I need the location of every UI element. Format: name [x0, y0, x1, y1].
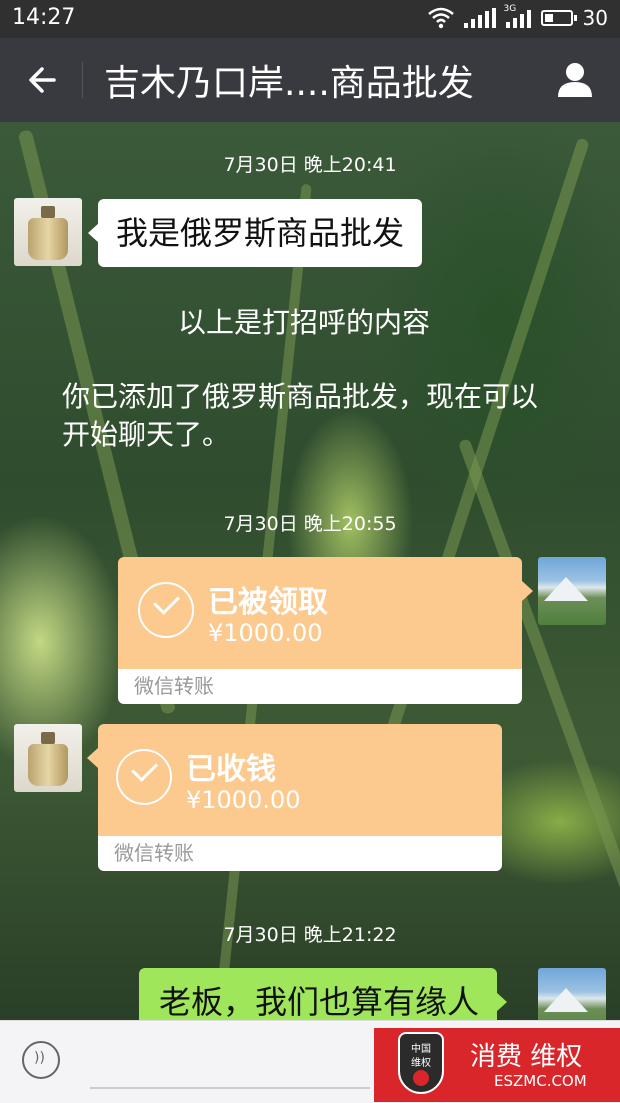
transfer-card-collected[interactable]: 已收钱 ¥1000.00 微信转账 — [87, 724, 502, 871]
system-message: 你已添加了俄罗斯商品批发，现在可以开始聊天了。 — [62, 380, 539, 451]
watermark-badge: 中国 维权 消费 维权 ESZMC.COM — [374, 1028, 620, 1102]
transfer-card-received[interactable]: 已被领取 ¥1000.00 微信转账 — [118, 557, 533, 704]
message-timestamp: 7月30日 晚上20:55 — [223, 513, 397, 535]
shield-text-top: 中国 — [411, 1044, 431, 1055]
battery-level: 30 — [582, 6, 608, 30]
watermark-site: ESZMC.COM — [494, 1072, 587, 1090]
header-divider — [82, 62, 83, 98]
status-bar: 14:27 3G 30 — [0, 0, 620, 38]
signal-icon — [463, 8, 496, 28]
transfer-label: 微信转账 — [118, 669, 522, 704]
transfer-label: 微信转账 — [98, 836, 502, 871]
check-circle-icon — [138, 582, 194, 638]
back-arrow-icon[interactable] — [24, 60, 64, 100]
transfer-amount: ¥1000.00 — [186, 786, 301, 814]
message-timestamp: 7月30日 晚上21:22 — [223, 924, 397, 946]
chat-header: 吉木乃口岸....商品批发 — [0, 38, 620, 122]
contact-avatar[interactable] — [14, 198, 82, 266]
contact-avatar[interactable] — [14, 724, 82, 792]
check-circle-icon — [116, 749, 172, 805]
voice-input-icon[interactable]: )) — [22, 1041, 60, 1079]
battery-icon — [540, 10, 577, 26]
network-label: 3G — [503, 4, 517, 14]
message-timestamp: 7月30日 晚上20:41 — [223, 154, 397, 176]
chat-title: 吉木乃口岸....商品批发 — [104, 63, 474, 104]
my-avatar[interactable] — [538, 557, 606, 625]
transfer-status: 已收钱 — [186, 752, 276, 787]
system-message: 以上是打招呼的内容 — [178, 306, 431, 339]
my-avatar[interactable] — [538, 968, 606, 1020]
status-icons: 3G 30 — [427, 4, 608, 30]
transfer-card-top: 已收钱 ¥1000.00 — [87, 724, 502, 836]
shield-logo-icon: 中国 维权 — [398, 1032, 444, 1094]
signal-3g-icon: 3G — [504, 4, 531, 28]
message-input[interactable] — [90, 1087, 370, 1089]
sent-message-bubble[interactable]: 老板，我们也算有缘人 — [139, 968, 508, 1020]
chat-area[interactable]: 7月30日 晚上20:41 我是俄罗斯商品批发 以上是打招呼的内容 你已添加了俄… — [0, 122, 620, 1020]
received-message-bubble[interactable]: 我是俄罗斯商品批发 — [87, 199, 423, 267]
person-icon[interactable] — [556, 60, 594, 98]
transfer-card-top: 已被领取 ¥1000.00 — [118, 557, 533, 669]
shield-text-bottom: 维权 — [411, 1058, 431, 1069]
status-time: 14:27 — [12, 5, 76, 30]
watermark-title: 消费 维权 — [470, 1042, 583, 1072]
wifi-icon — [427, 7, 454, 29]
transfer-status: 已被领取 — [208, 585, 328, 620]
transfer-amount: ¥1000.00 — [208, 619, 323, 647]
